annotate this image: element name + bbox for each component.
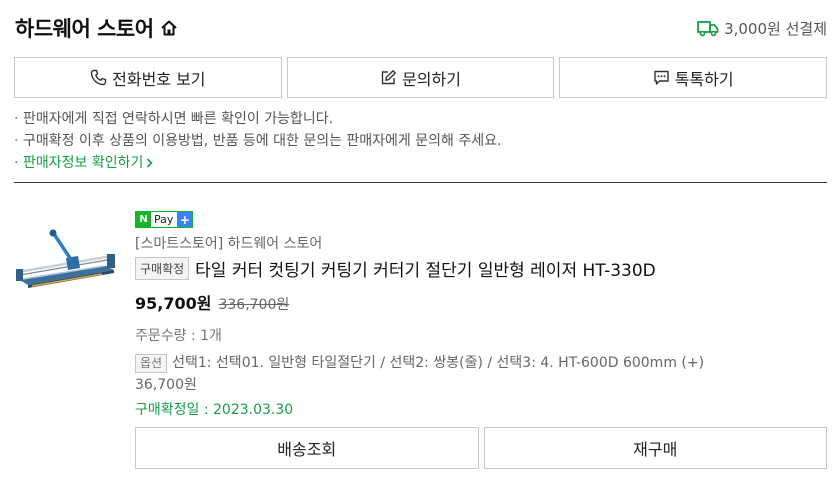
inquiry-button[interactable]: 문의하기 xyxy=(286,57,555,98)
seller-name: [스마트스토어] 하드웨어 스토어 xyxy=(135,236,323,252)
shipping-fee-text: 3,000원 선결제 xyxy=(724,19,827,38)
bullet: · xyxy=(14,155,19,171)
option-badge: 옵션 xyxy=(135,354,168,373)
note-text: 판매자에게 직접 연락하시면 빠른 확인이 가능합니다. xyxy=(23,111,334,127)
note-item: · 판매자정보 확인하기 xyxy=(14,152,827,174)
status-badge: 구매확정 xyxy=(135,257,190,280)
order-actions: 배송조회 재구매 xyxy=(135,427,827,469)
talk-button[interactable]: 톡톡하기 xyxy=(559,57,828,98)
reorder-button-label: 재구매 xyxy=(633,440,678,459)
chevron-right-icon xyxy=(147,158,154,168)
npay-plus-badge: N Pay + xyxy=(135,211,194,228)
seller-info-link-label: 판매자정보 확인하기 xyxy=(23,155,144,171)
inquiry-button-label: 문의하기 xyxy=(402,69,461,89)
npay-plus-mark: + xyxy=(177,212,193,227)
store-name[interactable]: 하드웨어 스토어 xyxy=(15,13,154,43)
phone-button-label: 전화번호 보기 xyxy=(112,69,206,89)
store-header: 하드웨어 스토어 3,000원 선결제 xyxy=(15,12,827,44)
purchase-confirm-date: 구매확정일 : 2023.03.30 xyxy=(135,402,294,418)
note-item: · 구매확정 이후 상품의 이용방법, 반품 등에 대한 문의는 판매자에게 문… xyxy=(14,130,827,152)
price-row: 95,700원 336,700원 xyxy=(135,290,825,314)
npay-pay-text: Pay xyxy=(154,213,174,226)
option-text: 선택1: 선택01. 일반형 타일절단기 / 선택2: 쌍봉(줄) / 선택3:… xyxy=(172,355,705,371)
option-price: 36,700원 xyxy=(135,377,197,393)
home-icon[interactable] xyxy=(159,18,179,38)
product-title-row[interactable]: 구매확정 타일 커터 컷팅기 커팅기 커터기 절단기 일반형 레이저 HT-33… xyxy=(135,256,825,281)
bullet: · xyxy=(14,133,19,149)
truck-icon xyxy=(697,21,719,37)
shipping-info: 3,000원 선결제 xyxy=(697,18,827,39)
reorder-button[interactable]: 재구매 xyxy=(483,427,827,469)
edit-icon xyxy=(381,70,396,85)
note-item: · 판매자에게 직접 연락하시면 빠른 확인이 가능합니다. xyxy=(14,108,827,130)
product-thumbnail[interactable] xyxy=(14,228,122,298)
original-price: 336,700원 xyxy=(218,297,290,313)
sale-price: 95,700원 xyxy=(135,294,212,313)
section-divider xyxy=(14,182,827,183)
chat-icon xyxy=(654,70,669,85)
tracking-button-label: 배송조회 xyxy=(277,440,337,459)
bullet: · xyxy=(14,111,19,127)
npay-n-logo: N xyxy=(136,212,151,227)
contact-buttons: 전화번호 보기 문의하기 톡톡하기 xyxy=(14,57,828,98)
phone-icon xyxy=(90,69,107,86)
phone-button[interactable]: 전화번호 보기 xyxy=(14,57,282,98)
order-item: N Pay + [스마트스토어] 하드웨어 스토어 구매확정 타일 커터 컷팅기… xyxy=(14,200,827,480)
store-name-link[interactable]: 하드웨어 스토어 xyxy=(15,13,179,43)
order-info: N Pay + [스마트스토어] 하드웨어 스토어 구매확정 타일 커터 컷팅기… xyxy=(135,207,825,419)
tracking-button[interactable]: 배송조회 xyxy=(135,427,479,469)
option-info: 옵션 선택1: 선택01. 일반형 타일절단기 / 선택2: 쌍봉(줄) / 선택… xyxy=(135,352,825,396)
note-text: 구매확정 이후 상품의 이용방법, 반품 등에 대한 문의는 판매자에게 문의해… xyxy=(23,133,502,149)
talk-button-label: 톡톡하기 xyxy=(674,69,734,89)
order-quantity: 주문수량 : 1개 xyxy=(135,328,222,344)
seller-info-link[interactable]: 판매자정보 확인하기 xyxy=(23,152,154,174)
product-title[interactable]: 타일 커터 컷팅기 커팅기 커터기 절단기 일반형 레이저 HT-330D xyxy=(195,256,656,281)
seller-notes: · 판매자에게 직접 연락하시면 빠른 확인이 가능합니다. · 구매확정 이후… xyxy=(14,108,827,174)
